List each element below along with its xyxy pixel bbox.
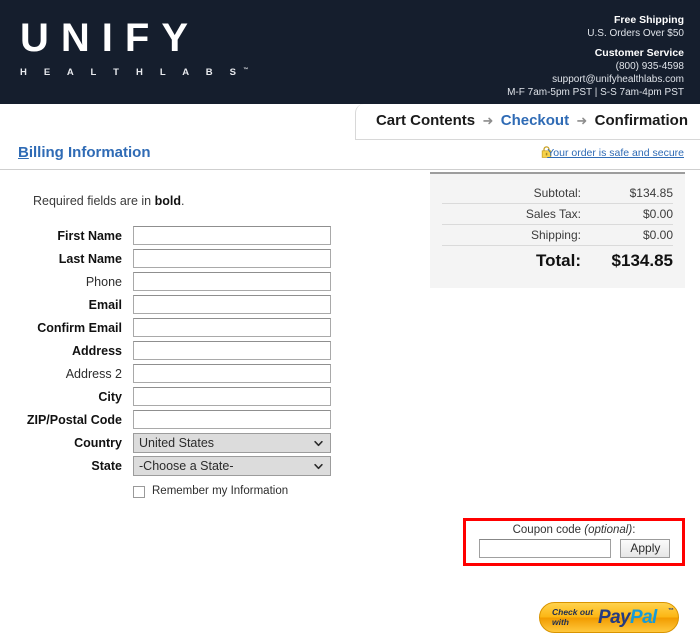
summary-value-subtotal: $134.85 bbox=[595, 183, 673, 204]
input-city[interactable] bbox=[133, 387, 331, 406]
input-zip-postal-code[interactable] bbox=[133, 410, 331, 429]
site-logo[interactable]: UNIFY H E A L T H L A B S™ bbox=[20, 18, 248, 80]
paypal-pay-text: Pay bbox=[598, 607, 631, 628]
label-city: City bbox=[98, 390, 122, 404]
header-info-spacer bbox=[507, 40, 684, 47]
input-phone[interactable] bbox=[133, 272, 331, 291]
paypal-with-line: with bbox=[552, 616, 569, 627]
form-row-address: Address bbox=[0, 341, 420, 364]
customer-service-hours: M-F 7am-5pm PST | S-S 7am-4pm PST bbox=[507, 87, 684, 98]
paypal-wordmark: PayPal bbox=[598, 607, 657, 629]
form-row-confirm-email: Confirm Email bbox=[0, 318, 420, 341]
input-address-2[interactable] bbox=[133, 364, 331, 383]
input-first-name[interactable] bbox=[133, 226, 331, 245]
coupon-label-colon: : bbox=[632, 524, 636, 536]
chevron-down-icon bbox=[314, 440, 323, 447]
logo-trademark: ™ bbox=[243, 67, 249, 73]
form-row-phone: Phone bbox=[0, 272, 420, 295]
summary-value-total: $134.85 bbox=[611, 251, 673, 270]
label-address: Address bbox=[71, 344, 122, 358]
order-summary-panel: Subtotal: $134.85 Sales Tax: $0.00 Shipp… bbox=[430, 172, 685, 288]
main-content: Required fields are in bold. First Name … bbox=[0, 170, 700, 633]
form-row-email: Email bbox=[0, 295, 420, 318]
customer-service-email[interactable]: support@unifyhealthlabs.com bbox=[507, 73, 684, 86]
summary-value-shipping: $0.00 bbox=[595, 224, 673, 246]
label-confirm-email: Confirm Email bbox=[37, 321, 122, 335]
label-first-name: First Name bbox=[57, 229, 122, 243]
header-contact-info: Free Shipping U.S. Orders Over $50 Custo… bbox=[507, 14, 684, 99]
form-row-remember: Remember my Information bbox=[0, 485, 420, 507]
paypal-check-out-line: Check out bbox=[552, 607, 594, 617]
summary-label-shipping: Shipping: bbox=[442, 224, 595, 246]
input-email[interactable] bbox=[133, 295, 331, 314]
checkbox-remember-information[interactable] bbox=[133, 486, 145, 498]
form-row-zip-postal-code: ZIP/Postal Code bbox=[0, 410, 420, 433]
paypal-pal-text: Pal bbox=[630, 607, 657, 628]
billing-information-bar: Billing Information Your order is safe a… bbox=[0, 140, 700, 170]
form-row-first-name: First Name bbox=[0, 226, 420, 249]
input-last-name[interactable] bbox=[133, 249, 331, 268]
label-email: Email bbox=[88, 298, 122, 312]
free-shipping-title: Free Shipping bbox=[613, 14, 684, 26]
form-row-country: Country United States bbox=[0, 433, 420, 456]
breadcrumb-zone: Cart Contents ➜ Checkout ➜ Confirmation bbox=[0, 104, 700, 140]
summary-label-sales-tax: Sales Tax: bbox=[442, 203, 595, 225]
summary-value-sales-tax: $0.00 bbox=[595, 203, 673, 225]
summary-row-subtotal: Subtotal: $134.85 bbox=[442, 183, 673, 204]
label-remember-information: Remember my Information bbox=[152, 485, 289, 497]
customer-service-phone[interactable]: (800) 935-4598 bbox=[507, 60, 684, 73]
coupon-label: Coupon code (optional): bbox=[466, 521, 682, 536]
form-row-last-name: Last Name bbox=[0, 249, 420, 272]
paypal-checkout-text: Check out with bbox=[552, 607, 594, 627]
summary-label-total: Total: bbox=[535, 251, 581, 270]
label-state: State bbox=[91, 459, 122, 473]
page-title: Billing Information bbox=[18, 144, 151, 161]
form-row-state: State -Choose a State- bbox=[0, 456, 420, 479]
select-state[interactable]: -Choose a State- bbox=[133, 456, 331, 476]
breadcrumb-item-confirmation[interactable]: Confirmation bbox=[595, 112, 688, 129]
coupon-section: Coupon code (optional): Apply bbox=[463, 518, 685, 566]
page-title-accesskey: B bbox=[18, 144, 29, 161]
chevron-down-icon bbox=[314, 463, 323, 470]
select-state-value: -Choose a State- bbox=[139, 459, 234, 473]
select-country[interactable]: United States bbox=[133, 433, 331, 453]
required-fields-note: Required fields are in bold. bbox=[33, 194, 184, 208]
breadcrumb-arrow-icon: ➜ bbox=[576, 113, 588, 128]
required-note-prefix: Required fields are in bbox=[33, 194, 155, 208]
required-note-bold: bold bbox=[154, 194, 181, 208]
label-last-name: Last Name bbox=[58, 252, 122, 266]
paypal-trademark: ™ bbox=[668, 608, 674, 614]
input-address[interactable] bbox=[133, 341, 331, 360]
coupon-label-text: Coupon code bbox=[512, 524, 585, 536]
summary-row-total: Total: $134.85 bbox=[442, 246, 673, 275]
free-shipping-text: U.S. Orders Over $50 bbox=[587, 28, 684, 39]
label-address-2: Address 2 bbox=[65, 367, 122, 381]
breadcrumb-item-cart-contents[interactable]: Cart Contents bbox=[376, 112, 475, 129]
required-note-suffix: . bbox=[181, 194, 185, 208]
label-phone: Phone bbox=[85, 275, 122, 289]
logo-wordmark: UNIFY bbox=[20, 16, 200, 60]
paypal-checkout-button[interactable]: Check out with PayPal ™ bbox=[539, 602, 679, 633]
customer-service-title: Customer Service bbox=[594, 47, 684, 59]
order-summary-table: Subtotal: $134.85 Sales Tax: $0.00 Shipp… bbox=[442, 183, 673, 274]
summary-label-subtotal: Subtotal: bbox=[442, 183, 595, 204]
select-country-value: United States bbox=[139, 436, 215, 450]
label-zip-postal-code: ZIP/Postal Code bbox=[26, 413, 122, 427]
coupon-label-optional: (optional) bbox=[584, 524, 633, 536]
form-row-address-2: Address 2 bbox=[0, 364, 420, 387]
site-header: UNIFY H E A L T H L A B S™ Free Shipping… bbox=[0, 0, 700, 104]
page-title-rest: illing Information bbox=[28, 144, 151, 161]
logo-tagline-text: H E A L T H L A B S bbox=[20, 67, 244, 79]
billing-form: First Name Last Name Phone Email Confirm… bbox=[0, 226, 420, 507]
secure-order-link[interactable]: Your order is safe and secure bbox=[547, 147, 684, 159]
form-row-city: City bbox=[0, 387, 420, 410]
breadcrumb-item-checkout[interactable]: Checkout bbox=[501, 112, 569, 129]
breadcrumb-arrow-icon: ➜ bbox=[482, 113, 494, 128]
summary-row-sales-tax: Sales Tax: $0.00 bbox=[442, 203, 673, 225]
logo-tagline: H E A L T H L A B S™ bbox=[20, 63, 248, 80]
input-confirm-email[interactable] bbox=[133, 318, 331, 337]
label-country: Country bbox=[74, 436, 122, 450]
summary-row-shipping: Shipping: $0.00 bbox=[442, 224, 673, 246]
breadcrumb: Cart Contents ➜ Checkout ➜ Confirmation bbox=[354, 104, 700, 140]
